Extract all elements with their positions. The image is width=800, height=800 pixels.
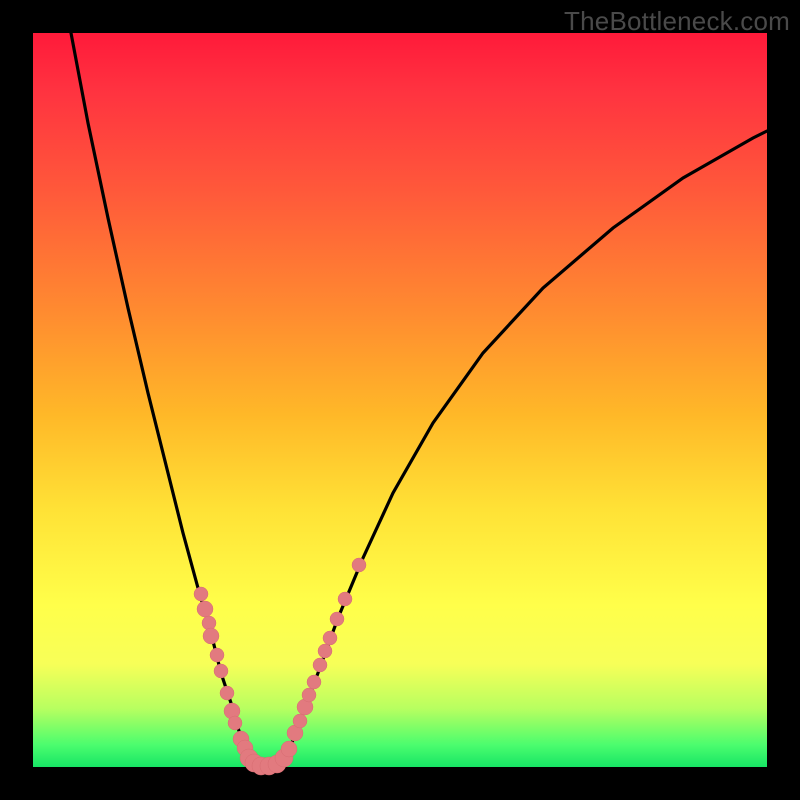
curve-marker [330, 612, 344, 626]
chart-frame: TheBottleneck.com [0, 0, 800, 800]
curve-marker [318, 644, 332, 658]
curve-marker [281, 741, 297, 757]
curve-markers [194, 558, 366, 775]
curve-marker [352, 558, 366, 572]
curve-marker [338, 592, 352, 606]
curve-marker [302, 688, 316, 702]
curve-marker [194, 587, 208, 601]
curve-marker [323, 631, 337, 645]
chart-svg [33, 33, 767, 767]
curve-marker [220, 686, 234, 700]
curve-marker [293, 714, 307, 728]
watermark-text: TheBottleneck.com [564, 6, 790, 37]
curve-marker [202, 616, 216, 630]
curve-marker [313, 658, 327, 672]
curve-marker [214, 664, 228, 678]
curve-marker [228, 716, 242, 730]
curve-marker [210, 648, 224, 662]
curve-marker [197, 601, 213, 617]
bottleneck-curve [71, 33, 767, 767]
curve-marker [307, 675, 321, 689]
curve-marker [203, 628, 219, 644]
